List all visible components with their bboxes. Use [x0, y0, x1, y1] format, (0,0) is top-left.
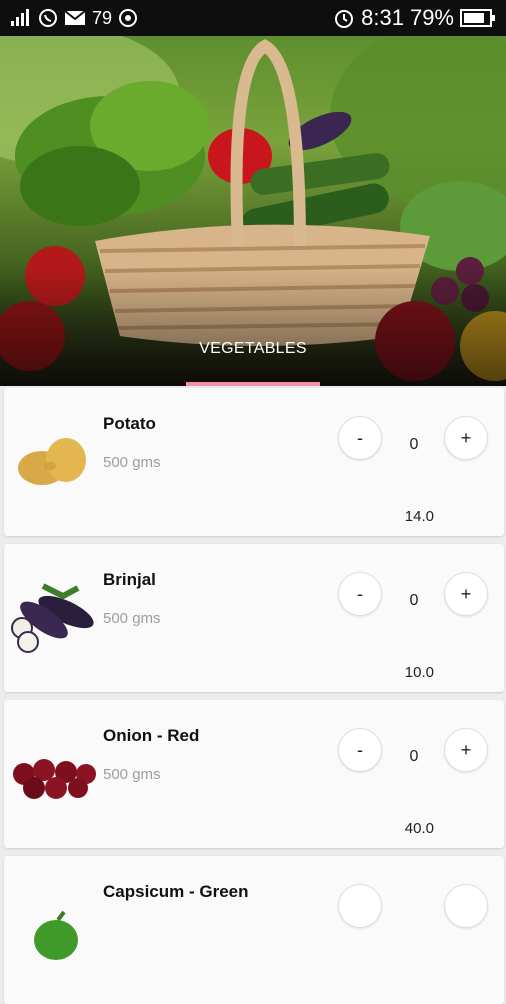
status-left: 79 — [10, 8, 138, 29]
hero-shade — [0, 266, 506, 386]
item-count: 0 — [409, 436, 419, 453]
sync-icon — [118, 8, 138, 28]
increase-button[interactable]: + — [444, 416, 488, 460]
product-card[interactable]: Potato 500 gms - 0 + 14.0 — [4, 388, 504, 536]
status-right: 8:31 79% — [333, 5, 496, 31]
tab-indicator — [186, 382, 320, 386]
onion-image — [13, 759, 96, 799]
item-count: 0 — [409, 592, 419, 609]
status-bar: 79 8:31 79% — [0, 0, 506, 36]
decrease-button[interactable] — [338, 884, 382, 928]
item-count: 0 — [409, 748, 419, 765]
decrease-button[interactable]: - — [338, 728, 382, 772]
whatsapp-icon — [38, 8, 58, 28]
potato-image — [18, 438, 86, 485]
increase-button[interactable]: + — [444, 728, 488, 772]
battery-percent: 79% — [409, 5, 454, 30]
product-card[interactable]: Capsicum - Green — [4, 856, 504, 1004]
decrease-button[interactable]: - — [338, 572, 382, 616]
product-quantity: 500 gms — [103, 610, 161, 627]
product-card[interactable]: Onion - Red 500 gms - 0 + 40.0 — [4, 700, 504, 848]
product-card[interactable]: Brinjal 500 gms - 0 + 10.0 — [4, 544, 504, 692]
clock-time: 8:31 — [361, 5, 404, 30]
product-name: Onion - Red — [103, 726, 200, 745]
product-quantity: 500 gms — [103, 766, 161, 783]
increase-button[interactable] — [444, 884, 488, 928]
capsicum-image — [34, 910, 78, 960]
product-price: 40.0 — [404, 820, 434, 837]
alarm-icon — [333, 7, 355, 29]
product-price: 10.0 — [404, 664, 434, 681]
product-name: Brinjal — [103, 570, 156, 589]
notification-count: 79 — [92, 7, 113, 28]
signal-icon — [10, 9, 32, 27]
tab-vegetables[interactable]: VEGETABLES — [0, 340, 506, 358]
product-quantity: 500 gms — [103, 454, 161, 471]
product-price: 14.0 — [404, 508, 434, 525]
battery-icon — [460, 9, 496, 27]
decrease-button[interactable]: - — [338, 416, 382, 460]
increase-button[interactable]: + — [444, 572, 488, 616]
product-name: Capsicum - Green — [103, 882, 249, 901]
brinjal-image — [11, 583, 94, 653]
mail-icon — [64, 10, 86, 26]
product-name: Potato — [103, 414, 156, 433]
hero-banner: VEGETABLES — [0, 36, 506, 386]
